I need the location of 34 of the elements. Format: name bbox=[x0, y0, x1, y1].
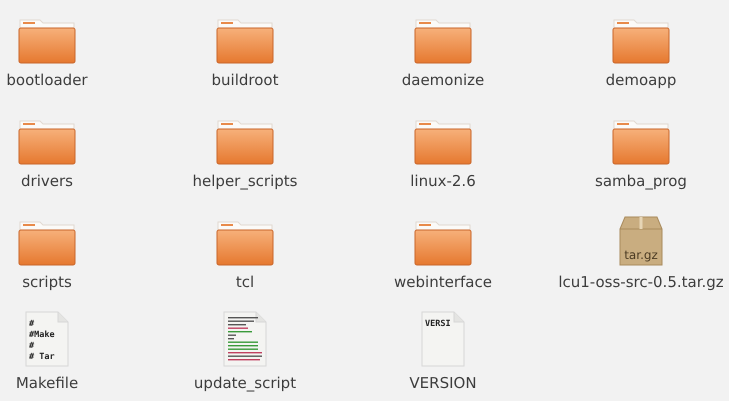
file-name[interactable]: scripts bbox=[22, 272, 72, 293]
file-name[interactable]: daemonize bbox=[402, 70, 484, 91]
file-name[interactable]: helper_scripts bbox=[192, 171, 298, 192]
folder-icon[interactable] bbox=[414, 119, 472, 165]
folder-icon[interactable] bbox=[18, 119, 76, 165]
file-icon[interactable] bbox=[23, 311, 71, 367]
folder-icon[interactable] bbox=[18, 220, 76, 266]
file-preview-text: VERSI bbox=[425, 319, 451, 330]
file-name[interactable]: buildroot bbox=[212, 70, 278, 91]
file-name[interactable]: tcl bbox=[236, 272, 254, 293]
file-name[interactable]: webinterface bbox=[394, 272, 492, 293]
file-name[interactable]: Makefile bbox=[16, 373, 78, 394]
file-name[interactable]: lcu1-oss-src-0.5.tar.gz bbox=[558, 272, 724, 293]
folder-icon[interactable] bbox=[216, 220, 274, 266]
text-lines-drawing bbox=[228, 317, 262, 360]
file-name[interactable]: drivers bbox=[21, 171, 73, 192]
archive-type-label: tar.gz bbox=[623, 248, 659, 262]
folder-icon[interactable] bbox=[18, 18, 76, 64]
file-name[interactable]: samba_prog bbox=[595, 171, 687, 192]
folder-icon[interactable] bbox=[612, 18, 670, 64]
file-preview-text: # #Make # # Tar bbox=[29, 319, 55, 363]
file-name[interactable]: update_script bbox=[194, 373, 296, 394]
folder-icon[interactable] bbox=[216, 119, 274, 165]
folder-icon[interactable] bbox=[414, 220, 472, 266]
folder-icon[interactable] bbox=[612, 119, 670, 165]
file-name[interactable]: linux-2.6 bbox=[410, 171, 476, 192]
file-icon[interactable] bbox=[221, 311, 269, 367]
cardboard-box-icon[interactable] bbox=[619, 216, 663, 266]
folder-icon[interactable] bbox=[414, 18, 472, 64]
file-name[interactable]: bootloader bbox=[6, 70, 88, 91]
folder-icon[interactable] bbox=[216, 18, 274, 64]
file-name[interactable]: VERSION bbox=[409, 373, 477, 394]
file-name[interactable]: demoapp bbox=[606, 70, 676, 91]
file-icon[interactable] bbox=[419, 311, 467, 367]
